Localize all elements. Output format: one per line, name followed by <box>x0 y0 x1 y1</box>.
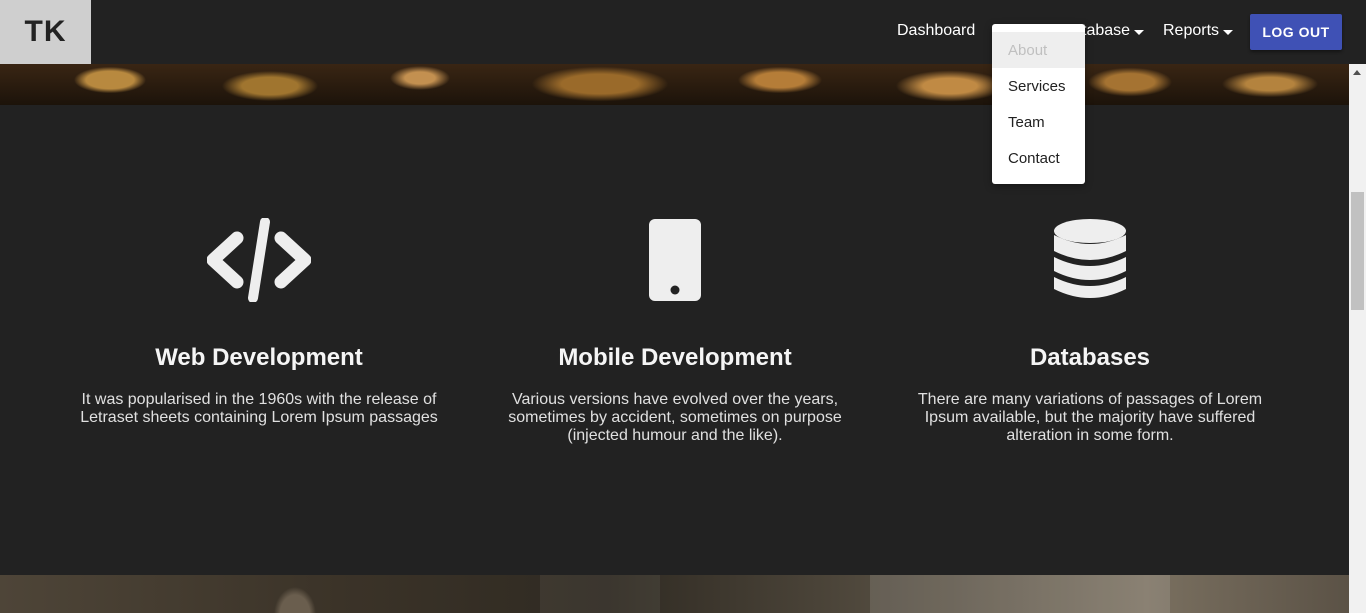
nav-dashboard-label: Dashboard <box>897 22 976 39</box>
scroll-up-arrow-icon[interactable] <box>1353 70 1361 75</box>
nav-dropdown-menu: About Services Team Contact <box>992 24 1085 184</box>
scrollbar-thumb[interactable] <box>1351 192 1364 310</box>
feature-text: It was popularised in the 1960s with the… <box>80 391 438 426</box>
caret-down-icon <box>1223 29 1234 35</box>
logout-button[interactable]: LOG OUT <box>1250 14 1342 50</box>
code-icon <box>69 215 449 305</box>
page: TK Dashboard tabase Reports LOG OUT Abou… <box>0 0 1366 613</box>
feature-web-development: Web Development It was popularised in th… <box>69 215 449 427</box>
feature-text: There are many variations of passages of… <box>917 391 1263 444</box>
nav-reports-label: Reports <box>1163 22 1220 39</box>
dropdown-item-team[interactable]: Team <box>992 104 1085 140</box>
dropdown-item-contact[interactable]: Contact <box>992 140 1085 176</box>
mobile-icon <box>485 215 865 305</box>
feature-title: Web Development <box>155 344 363 371</box>
feature-text: Various versions have evolved over the y… <box>508 391 842 444</box>
nav-database[interactable]: tabase <box>1082 21 1145 41</box>
scrollbar[interactable] <box>1349 64 1366 613</box>
dropdown-item-about[interactable]: About <box>992 32 1085 68</box>
feature-title: Mobile Development <box>558 344 792 371</box>
team-image <box>0 575 1349 613</box>
feature-title: Databases <box>1029 344 1151 371</box>
nav-database-label: tabase <box>1082 22 1131 39</box>
caret-down-icon <box>1134 29 1145 35</box>
navbar: TK Dashboard tabase Reports LOG OUT <box>0 0 1366 64</box>
nav-reports[interactable]: Reports <box>1163 21 1234 41</box>
feature-mobile-development: Mobile Development Various versions have… <box>485 215 865 445</box>
dropdown-item-services[interactable]: Services <box>992 68 1085 104</box>
database-icon <box>900 215 1280 305</box>
feature-databases: Databases There are many variations of p… <box>900 215 1280 445</box>
logo[interactable]: TK <box>0 0 91 64</box>
nav-dashboard[interactable]: Dashboard <box>897 21 975 41</box>
logo-text: TK <box>24 15 67 48</box>
